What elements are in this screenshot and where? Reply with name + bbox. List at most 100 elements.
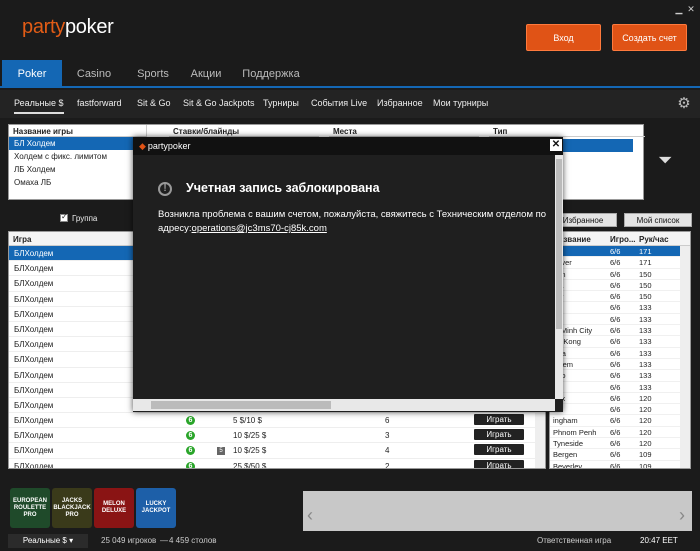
tab-poker[interactable]: Poker	[2, 60, 62, 88]
list-item[interactable]: ver6/6150	[550, 291, 690, 303]
game-tile-jackpot[interactable]: LUCKY JACKPOT	[136, 488, 176, 528]
list-item[interactable]: arta6/6133	[550, 348, 690, 359]
row-stakes: 10 $/25 $	[233, 446, 267, 456]
tab-support[interactable]: Поддержка	[236, 60, 306, 88]
row-game: БЛХолдем	[14, 294, 54, 304]
item-hands: 150	[639, 269, 652, 279]
filter-game-option[interactable]: Омаха ЛБ	[9, 176, 146, 189]
dialog-title-bar: ◆ partypoker ✕	[133, 137, 563, 155]
list-item[interactable]: ingham 6/6 120	[550, 415, 690, 427]
play-button[interactable]: Играть	[474, 429, 524, 441]
item-players: 6/6	[610, 258, 621, 268]
list-item[interactable]: Bergen 6/6 109	[550, 449, 690, 461]
list-item[interactable]: hi Minh City 6/6 133	[550, 325, 690, 337]
subtab-fastforward[interactable]: fastforward	[77, 98, 122, 108]
subtab-sit-go[interactable]: Sit & Go	[137, 98, 171, 108]
list-item[interactable]: 6/6 133	[550, 382, 690, 393]
play-button[interactable]: Играть	[474, 414, 524, 426]
list-item[interactable]: n6/6120	[550, 404, 690, 416]
subtab-my-tournaments[interactable]: Мои турниры	[433, 98, 488, 108]
game-tile-blackjack[interactable]: JACKS BLACKJACK PRO	[52, 488, 92, 528]
row-game: БЛХолдем	[14, 324, 54, 334]
row-stakes: 5 $/10 $	[233, 416, 262, 426]
filter-game-option[interactable]: БЛ Холдем	[9, 137, 146, 150]
list-item[interactable]: nan6/6150	[550, 269, 690, 280]
close-icon[interactable]: ✕	[550, 139, 562, 151]
tab-sports[interactable]: Sports	[128, 60, 178, 88]
filter-game-header: Название игры	[9, 125, 146, 137]
item-hands: 133	[639, 371, 652, 381]
login-button[interactable]: Вход	[526, 24, 601, 51]
support-email-link[interactable]: operations@jc3ms70-cj85k.com	[192, 223, 327, 234]
subtab-favorites[interactable]: Избранное	[377, 98, 423, 108]
list-item[interactable]: ng Kong 6/6 133	[550, 336, 690, 348]
table-row[interactable]: БЛХолдем 6 10 $/25 $ 3 Играть	[9, 428, 545, 444]
list-item[interactable]: Phnom Penh 6/6 120	[550, 427, 690, 439]
responsible-gaming-link[interactable]: Ответственная игра	[537, 536, 611, 545]
subtab-sit-go-jackpots[interactable]: Sit & Go Jackpots	[183, 98, 255, 108]
subtab-tournaments[interactable]: Турниры	[263, 98, 299, 108]
row-status-badge: 6	[186, 415, 195, 426]
row-game: БЛХолдем	[14, 249, 54, 258]
dialog-vertical-scrollbar[interactable]	[555, 155, 563, 399]
dialog-message-line1: Возникла проблема с вашим счетом, пожалу…	[158, 209, 547, 220]
row-seats: 2	[385, 461, 390, 469]
window-controls: ▁ ✕	[674, 4, 696, 14]
sub-nav: Реальные $ fastforward Sit & Go Sit & Go…	[0, 90, 700, 118]
tab-casino[interactable]: Casino	[68, 60, 120, 88]
play-button[interactable]: Играть	[474, 444, 524, 456]
list-item[interactable]: salem 6/6 133	[550, 359, 690, 371]
table-row[interactable]: БЛХолдем 6 25 $/50 $ 2 Играть	[9, 459, 545, 469]
list-item[interactable]: ndo6/6133	[550, 370, 690, 382]
chevron-left-icon[interactable]: ‹	[307, 505, 313, 526]
dialog-hscroll-thumb[interactable]	[151, 401, 331, 409]
item-hands: 133	[639, 348, 652, 358]
subtab-live-events[interactable]: События Live	[311, 98, 367, 108]
minimize-icon[interactable]: ▁	[674, 4, 684, 14]
item-players: 6/6	[610, 303, 621, 313]
col-hands-header[interactable]: Рук/час	[639, 235, 669, 244]
filter-game-option[interactable]: Холдем с фикс. лимитом	[9, 150, 146, 163]
item-players: 6/6	[610, 382, 621, 392]
item-hands: 133	[639, 326, 652, 336]
list-item[interactable]: 6/6 133	[550, 314, 690, 326]
main-nav: Poker Casino Sports Акции Поддержка	[0, 60, 700, 88]
list-item[interactable]: ota6/6150	[550, 280, 690, 292]
filter-game-option[interactable]: ЛБ Холдем	[9, 163, 146, 176]
game-tile-roulette[interactable]: EUROPEAN ROULETTE PRO	[10, 488, 50, 528]
list-item[interactable]: Beverley 6/6 109	[550, 461, 690, 469]
row-game: БЛХолдем	[14, 461, 54, 469]
item-hands: 120	[639, 439, 652, 449]
dialog-heading: Учетная запись заблокирована	[186, 181, 380, 195]
filter-game-column: Название игры БЛ Холдем Холдем с фикс. л…	[9, 125, 147, 201]
col-game-header[interactable]: Игра	[13, 235, 31, 244]
dialog-vscroll-thumb[interactable]	[556, 159, 562, 329]
list-item[interactable]: ne6/6171	[550, 246, 690, 258]
item-players: 6/6	[610, 461, 621, 469]
filter-funnel-icon[interactable]: ⏷	[658, 150, 680, 170]
list-item[interactable]: nex6/6120	[550, 393, 690, 405]
list-item[interactable]: 6/6 133	[550, 302, 690, 314]
rlist-scrollbar[interactable]	[680, 246, 690, 468]
play-button[interactable]: Играть	[474, 459, 524, 468]
subtab-real-money[interactable]: Реальные $	[14, 98, 64, 114]
group-checkbox[interactable]	[60, 212, 68, 222]
gear-icon[interactable]: ⚙	[676, 96, 692, 112]
table-row[interactable]: БЛХолдем 6 5 $/10 $ 6 Играть	[9, 413, 545, 429]
item-players: 6/6	[610, 439, 621, 449]
tab-promotions[interactable]: Акции	[184, 60, 228, 88]
game-tile-melon[interactable]: MELON DELUXE	[94, 488, 134, 528]
signup-button[interactable]: Создать счет	[612, 24, 687, 51]
col-players-header[interactable]: Игро...	[610, 235, 636, 244]
group-checkbox-row[interactable]: Группа	[60, 212, 97, 223]
item-players: 6/6	[610, 405, 621, 415]
my-list-button[interactable]: Мой список	[624, 213, 692, 227]
list-item[interactable]: nover6/6171	[550, 257, 690, 269]
list-item[interactable]: Tyneside 6/6 120	[550, 438, 690, 450]
close-window-icon[interactable]: ✕	[686, 4, 696, 14]
chevron-right-icon[interactable]: ›	[679, 505, 685, 526]
real-money-selector[interactable]: Реальные $ ▾	[8, 534, 88, 548]
table-row[interactable]: БЛХолдем 6 5 10 $/25 $ 4 Играть	[9, 443, 545, 459]
dialog-horizontal-scrollbar[interactable]	[133, 399, 555, 411]
casino-games-strip: EUROPEAN ROULETTE PRO JACKS BLACKJACK PR…	[0, 485, 300, 533]
